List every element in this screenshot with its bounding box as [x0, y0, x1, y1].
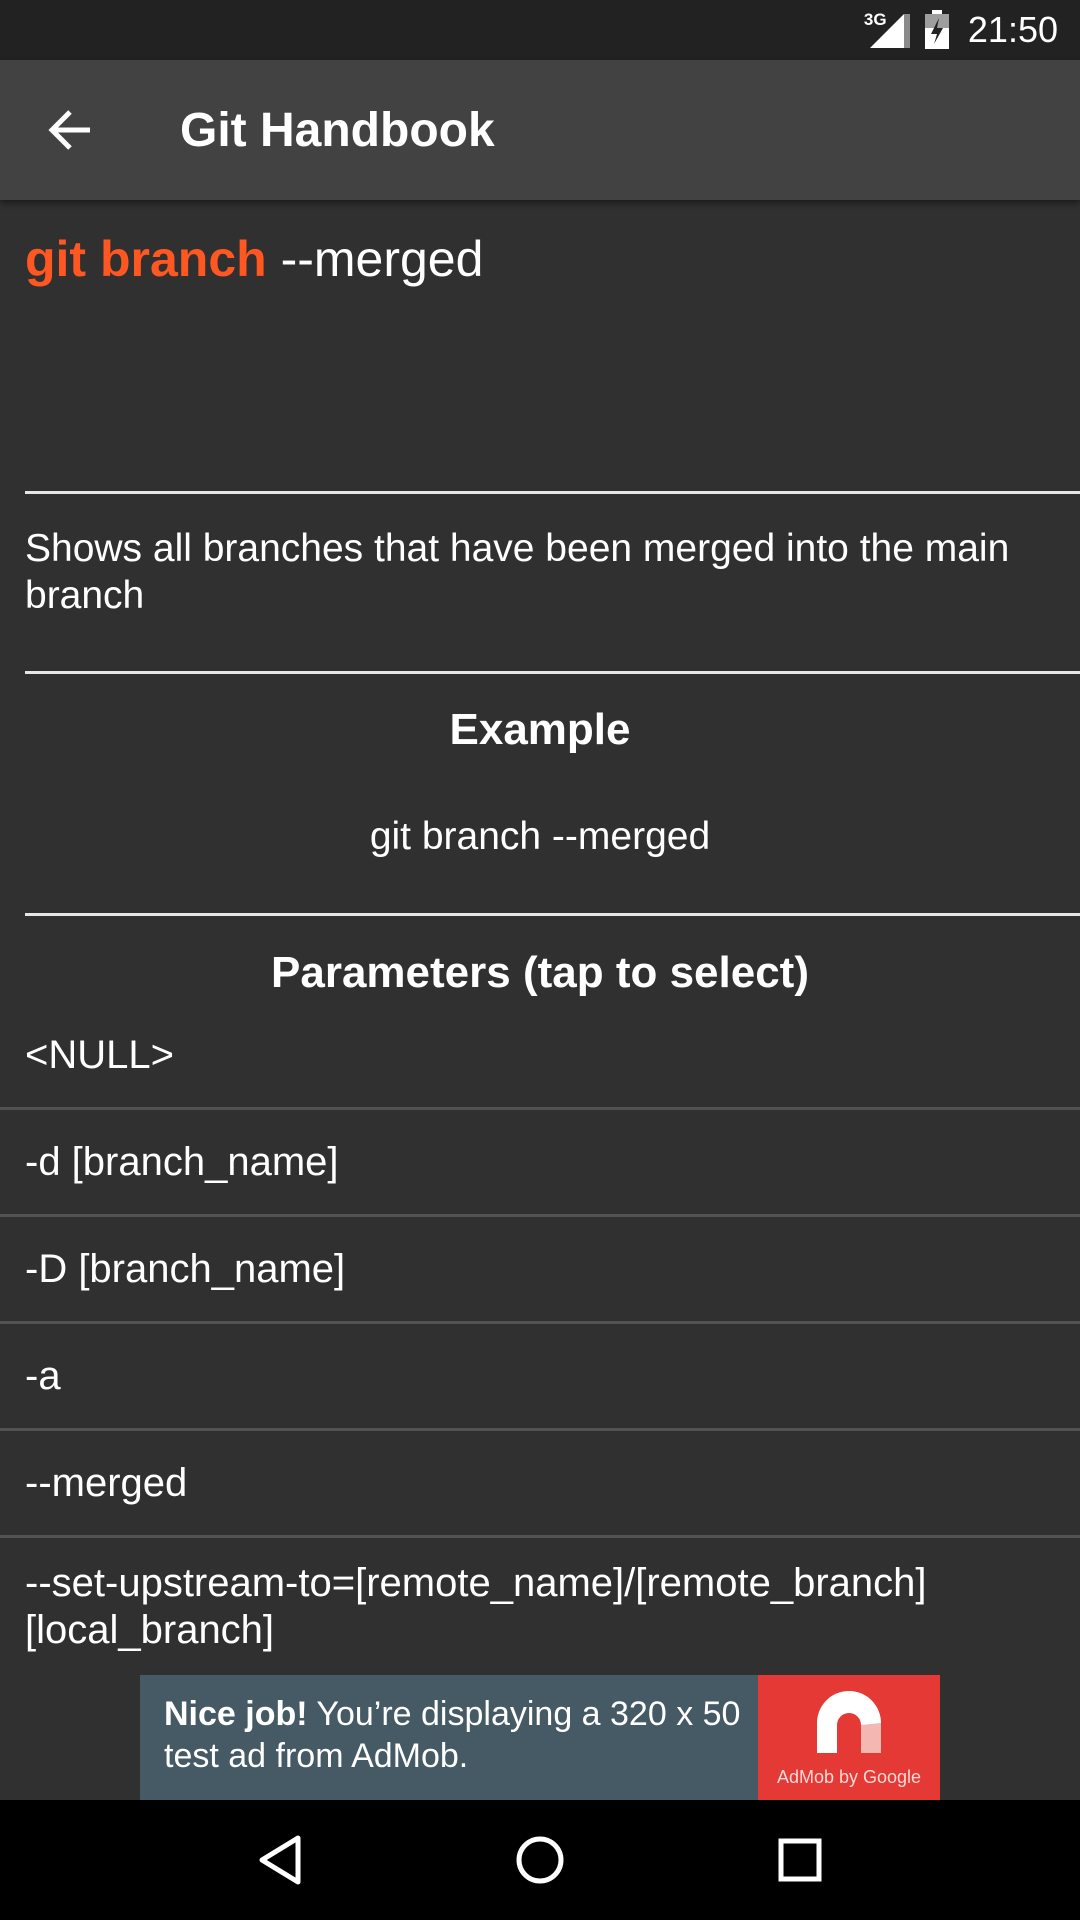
- status-clock: 21:50: [967, 9, 1058, 50]
- parameter-item-D[interactable]: -D [branch_name]: [0, 1217, 1080, 1324]
- parameter-item-merged[interactable]: --merged: [0, 1431, 1080, 1538]
- ad-banner[interactable]: Nice job! You’re displaying a 320 x 50 t…: [140, 1675, 940, 1800]
- parameter-item-null[interactable]: <NULL>: [0, 1003, 1080, 1110]
- command-heading: git branch --merged: [25, 230, 483, 288]
- admob-logo: AdMob by Google: [758, 1675, 940, 1800]
- parameter-item-set-upstream[interactable]: --set-upstream-to=[remote_name]/[remote_…: [0, 1538, 1080, 1674]
- command-detail: git branch --merged Shows all branches t…: [0, 200, 1080, 1675]
- navigation-bar: [0, 1800, 1080, 1920]
- nav-recents-button[interactable]: [740, 1800, 860, 1920]
- ad-logo-caption: AdMob by Google: [776, 1767, 922, 1787]
- nav-home-button[interactable]: [480, 1800, 600, 1920]
- app-title: Git Handbook: [180, 103, 495, 157]
- recents-square-icon: [778, 1838, 822, 1882]
- divider: [25, 671, 1080, 674]
- example-heading: Example: [449, 705, 631, 754]
- network-type-label: 3G: [863, 10, 887, 29]
- parameter-item-d[interactable]: -d [branch_name]: [0, 1110, 1080, 1217]
- example-text: git branch --merged: [369, 815, 711, 858]
- command-argument: --merged: [280, 231, 484, 287]
- ad-text: Nice job! You’re displaying a 320 x 50 t…: [140, 1675, 758, 1800]
- parameters-heading: Parameters (tap to select): [271, 948, 809, 997]
- home-circle-icon: [516, 1836, 564, 1884]
- screen: 3G 21:50 Git Handbook git branch --merge…: [0, 0, 1080, 1920]
- divider: [25, 491, 1080, 494]
- battery-icon: [924, 10, 949, 49]
- back-button[interactable]: [0, 60, 140, 200]
- parameter-list: <NULL> -d [branch_name] -D [branch_name]…: [0, 1003, 1080, 1674]
- parameter-item-a[interactable]: -a: [0, 1324, 1080, 1431]
- nav-back-button[interactable]: [220, 1800, 340, 1920]
- network-indicator: 3G: [863, 10, 910, 50]
- arrow-left-icon: [48, 110, 90, 150]
- command-description: Shows all branches that have been merged…: [25, 527, 1010, 617]
- command-name: git branch: [25, 231, 267, 287]
- status-bar: 3G 21:50: [0, 0, 1080, 60]
- divider: [25, 913, 1080, 916]
- admob-icon: [817, 1691, 881, 1753]
- ad-strong-text: Nice job!: [164, 1695, 308, 1733]
- app-bar: Git Handbook: [0, 60, 1080, 200]
- back-triangle-icon: [259, 1835, 301, 1885]
